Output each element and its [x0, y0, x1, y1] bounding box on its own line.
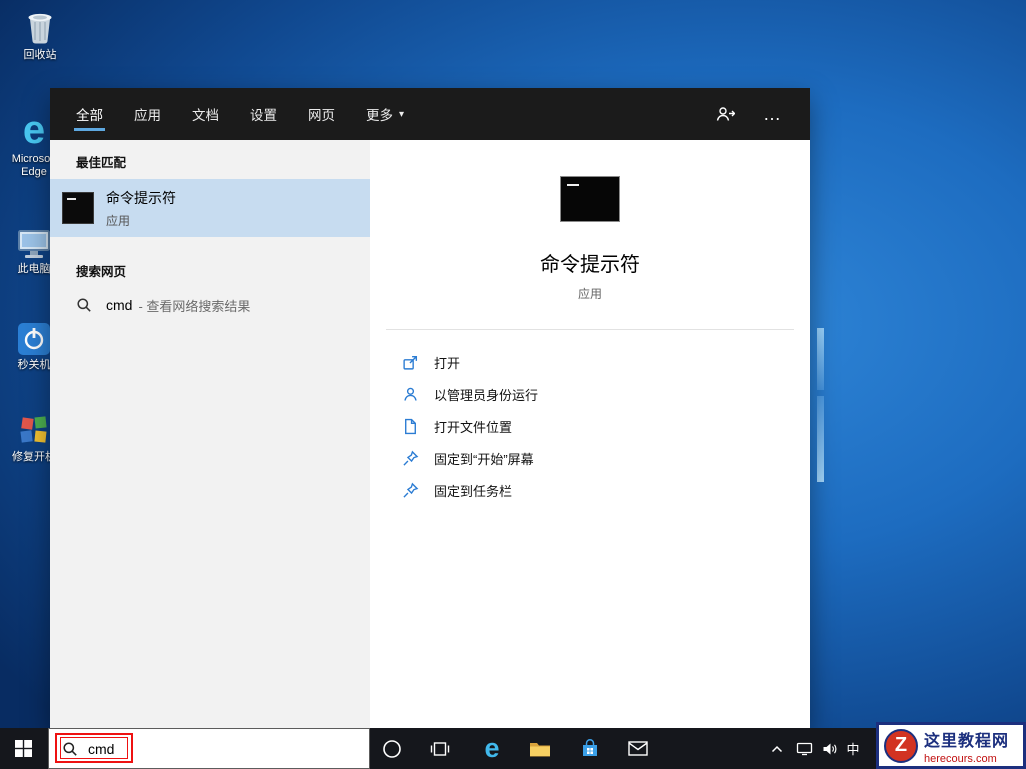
- windows-logo-icon: [15, 740, 32, 757]
- start-button[interactable]: [0, 728, 46, 769]
- tab-label: 网页: [308, 104, 335, 124]
- action-label: 固定到任务栏: [434, 481, 512, 500]
- pin-icon: [402, 481, 420, 499]
- wallpaper-light-beam: [817, 328, 824, 390]
- taskbar-search-value: cmd: [88, 741, 114, 757]
- header-right-controls: …: [715, 105, 810, 123]
- search-icon: [76, 297, 92, 313]
- desktop: 回收站 e Microsoft Edge 此电脑 秒关机 修复开机 全部 应用 …: [0, 0, 1026, 769]
- action-open[interactable]: 打开: [402, 346, 810, 378]
- search-results: 最佳匹配 命令提示符 应用 搜索网页 cmd - 查看网络搜索结果 命令: [50, 140, 810, 728]
- best-match-header: 最佳匹配: [50, 140, 370, 177]
- tray-ime[interactable]: 中: [840, 728, 866, 769]
- store-bag-icon: [581, 739, 599, 758]
- web-query: cmd: [106, 297, 132, 313]
- best-match-title: 命令提示符: [106, 188, 176, 208]
- best-match-text: 命令提示符 应用: [106, 188, 176, 229]
- search-web-header: 搜索网页: [50, 249, 370, 286]
- web-search-result[interactable]: cmd - 查看网络搜索结果: [50, 286, 370, 324]
- tab-documents[interactable]: 文档: [192, 88, 219, 140]
- tab-label: 设置: [250, 104, 277, 124]
- desktop-icon-recycle-bin[interactable]: 回收站: [8, 6, 72, 62]
- web-query-suffix: - 查看网络搜索结果: [138, 296, 250, 315]
- search-tabs-bar: 全部 应用 文档 设置 网页 更多 ▾ …: [50, 88, 810, 140]
- edge-icon: e: [484, 735, 499, 762]
- sign-in-icon[interactable]: [715, 105, 735, 123]
- recycle-bin-icon: [8, 6, 72, 46]
- action-label: 固定到“开始”屏幕: [434, 449, 534, 468]
- tab-label: 更多: [366, 104, 393, 124]
- mail-button[interactable]: [616, 728, 660, 769]
- admin-user-icon: [402, 385, 420, 403]
- results-list: 最佳匹配 命令提示符 应用 搜索网页 cmd - 查看网络搜索结果: [50, 140, 370, 728]
- store-button[interactable]: [568, 728, 612, 769]
- tab-all[interactable]: 全部: [76, 88, 103, 140]
- pin-icon: [402, 449, 420, 467]
- desktop-icon-label: 回收站: [8, 49, 72, 62]
- taskbar-search-input[interactable]: cmd: [48, 728, 370, 769]
- chevron-up-icon: [771, 745, 783, 753]
- task-view-button[interactable]: [418, 728, 462, 769]
- watermark-site-url: herecours.com: [924, 753, 1009, 765]
- cortana-button[interactable]: [370, 728, 414, 769]
- taskbar: cmd e 中: [0, 728, 1026, 769]
- cortana-icon: [382, 739, 402, 759]
- action-label: 打开: [434, 353, 460, 372]
- tab-apps[interactable]: 应用: [134, 88, 161, 140]
- preview-pane: 命令提示符 应用 打开 以管理员身份运行: [370, 140, 810, 728]
- mail-icon: [628, 741, 648, 756]
- watermark-site-name: 这里教程网: [924, 727, 1009, 751]
- preview-title: 命令提示符: [370, 248, 810, 277]
- action-run-as-admin[interactable]: 以管理员身份运行: [402, 378, 810, 410]
- cmd-terminal-icon-large: [560, 176, 620, 222]
- action-label: 以管理员身份运行: [434, 385, 538, 404]
- watermark: Z 这里教程网 herecours.com: [876, 722, 1026, 769]
- search-flyout: 全部 应用 文档 设置 网页 更多 ▾ … 最佳匹配 命令提示符 应用: [50, 88, 810, 728]
- file-explorer-button[interactable]: [518, 728, 562, 769]
- tray-network[interactable]: [790, 728, 818, 769]
- wallpaper-light-beam: [817, 396, 824, 482]
- ime-indicator: 中: [846, 739, 859, 758]
- preview-subtitle: 应用: [370, 285, 810, 302]
- tab-label: 全部: [76, 104, 103, 124]
- tab-more[interactable]: 更多 ▾: [366, 88, 404, 140]
- tray-chevron-up[interactable]: [762, 728, 792, 769]
- watermark-logo: Z: [884, 729, 918, 763]
- more-options-icon[interactable]: …: [763, 109, 782, 119]
- tab-web[interactable]: 网页: [308, 88, 335, 140]
- task-view-icon: [430, 741, 450, 757]
- tab-label: 应用: [134, 104, 161, 124]
- action-list: 打开 以管理员身份运行 打开文件位置: [370, 330, 810, 506]
- folder-icon: [529, 740, 551, 758]
- tab-settings[interactable]: 设置: [250, 88, 277, 140]
- edge-taskbar-button[interactable]: e: [470, 728, 514, 769]
- best-match-subtitle: 应用: [106, 212, 176, 229]
- open-icon: [402, 353, 420, 371]
- file-location-icon: [402, 417, 420, 435]
- best-match-result[interactable]: 命令提示符 应用: [50, 179, 370, 237]
- watermark-text: 这里教程网 herecours.com: [924, 727, 1009, 765]
- action-label: 打开文件位置: [434, 417, 512, 436]
- action-pin-to-start[interactable]: 固定到“开始”屏幕: [402, 442, 810, 474]
- tab-label: 文档: [192, 104, 219, 124]
- volume-icon: [822, 742, 839, 756]
- action-open-file-location[interactable]: 打开文件位置: [402, 410, 810, 442]
- chevron-down-icon: ▾: [399, 109, 404, 120]
- search-icon: [62, 741, 78, 757]
- action-pin-to-taskbar[interactable]: 固定到任务栏: [402, 474, 810, 506]
- network-icon: [796, 742, 813, 756]
- cmd-terminal-icon: [62, 192, 94, 224]
